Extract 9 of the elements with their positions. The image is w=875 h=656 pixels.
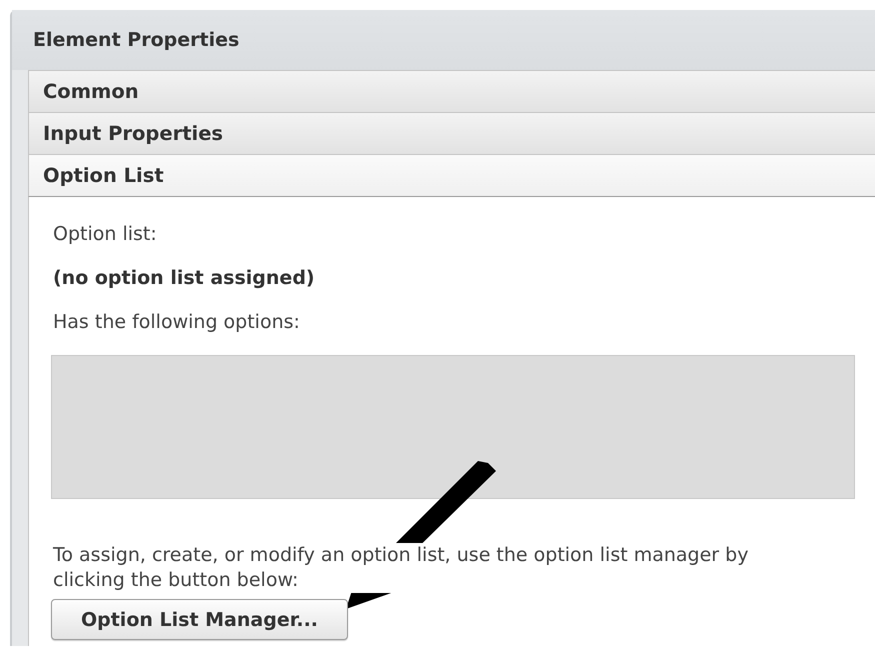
section-header[interactable]: Option List bbox=[28, 154, 875, 197]
panel-title: Element Properties bbox=[33, 29, 240, 51]
options-list[interactable] bbox=[51, 355, 855, 499]
field-label: Option list: bbox=[53, 223, 158, 247]
field-value: (no option list assigned) bbox=[53, 267, 316, 291]
option-list-manager-button[interactable]: Option List Manager... bbox=[51, 599, 348, 640]
section-header[interactable]: Input Properties bbox=[28, 112, 875, 154]
field-label: Has the following options: bbox=[53, 311, 301, 335]
section-header[interactable]: Common bbox=[28, 70, 875, 112]
